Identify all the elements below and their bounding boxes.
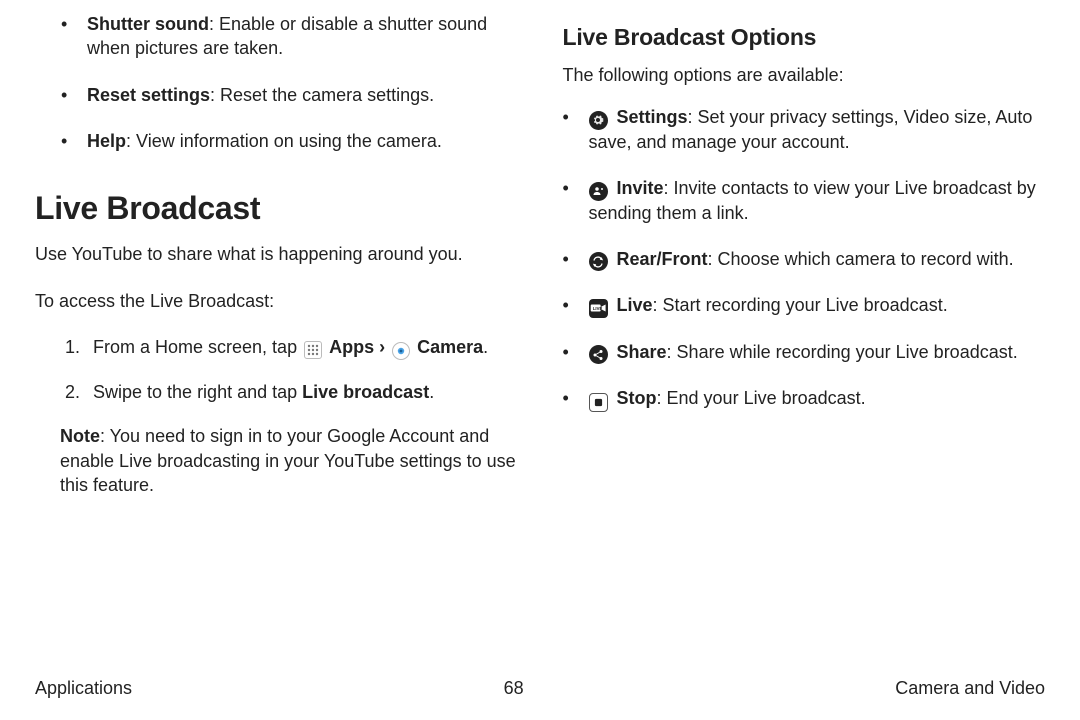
note-text: : You need to sign in to your Google Acc… xyxy=(60,426,516,495)
options-list: Settings: Set your privacy settings, Vid… xyxy=(563,105,1046,412)
camera-settings-list: Shutter sound: Enable or disable a shutt… xyxy=(35,12,518,153)
page-footer: Applications 68 Camera and Video xyxy=(35,676,1045,700)
svg-text:LIVE: LIVE xyxy=(592,307,602,312)
share-icon xyxy=(589,345,608,364)
list-item: Share: Share while recording your Live b… xyxy=(589,340,1046,365)
item-label: Help xyxy=(87,131,126,151)
list-item: Reset settings: Reset the camera setting… xyxy=(87,83,518,107)
note: Note: You need to sign in to your Google… xyxy=(35,424,518,497)
access-steps: From a Home screen, tap Apps › Camera. S… xyxy=(35,335,518,404)
option-label: Invite xyxy=(617,178,664,198)
item-desc: : Reset the camera settings. xyxy=(210,85,434,105)
footer-left: Applications xyxy=(35,676,132,700)
option-label: Stop xyxy=(617,388,657,408)
apps-grid-icon xyxy=(304,341,322,359)
option-label: Rear/Front xyxy=(617,249,708,269)
left-column: Shutter sound: Enable or disable a shutt… xyxy=(35,12,518,519)
section-intro: Use YouTube to share what is happening a… xyxy=(35,242,518,266)
list-item: Settings: Set your privacy settings, Vid… xyxy=(589,105,1046,154)
section-title: Live Broadcast xyxy=(35,187,518,230)
list-item: Shutter sound: Enable or disable a shutt… xyxy=(87,12,518,61)
apps-label: Apps xyxy=(329,337,374,357)
note-label: Note xyxy=(60,426,100,446)
list-item: Stop: End your Live broadcast. xyxy=(589,386,1046,412)
live-badge-icon: LIVE xyxy=(589,299,608,318)
item-label: Shutter sound xyxy=(87,14,209,34)
camera-label: Camera xyxy=(417,337,483,357)
gear-icon xyxy=(589,111,608,130)
list-item: Help: View information on using the came… xyxy=(87,129,518,153)
list-item: Invite: Invite contacts to view your Liv… xyxy=(589,176,1046,225)
option-desc: : Choose which camera to record with. xyxy=(708,249,1014,269)
footer-right: Camera and Video xyxy=(895,676,1045,700)
list-item: LIVE Live: Start recording your Live bro… xyxy=(589,293,1046,318)
swap-camera-icon xyxy=(589,252,608,271)
option-label: Live xyxy=(617,295,653,315)
step-item: From a Home screen, tap Apps › Camera. xyxy=(85,335,518,360)
separator: › xyxy=(379,337,390,357)
access-intro: To access the Live Broadcast: xyxy=(35,289,518,313)
stop-icon xyxy=(589,393,608,412)
camera-lens-icon xyxy=(392,342,410,360)
option-desc: : Start recording your Live broadcast. xyxy=(653,295,948,315)
step-item: Swipe to the right and tap Live broadcas… xyxy=(85,380,518,404)
step-text: Swipe to the right and tap xyxy=(93,382,302,402)
step-bold: Live broadcast xyxy=(302,382,429,402)
right-column: Live Broadcast Options The following opt… xyxy=(563,12,1046,519)
step-end: . xyxy=(483,337,488,357)
footer-page-number: 68 xyxy=(504,676,524,700)
invite-person-icon xyxy=(589,182,608,201)
step-text: From a Home screen, tap xyxy=(93,337,302,357)
list-item: Rear/Front: Choose which camera to recor… xyxy=(589,247,1046,272)
option-label: Settings xyxy=(617,107,688,127)
subsection-intro: The following options are available: xyxy=(563,63,1046,87)
option-desc: : Share while recording your Live broadc… xyxy=(667,342,1018,362)
option-desc: : End your Live broadcast. xyxy=(657,388,866,408)
item-desc: : View information on using the camera. xyxy=(126,131,442,151)
step-end: . xyxy=(429,382,434,402)
subsection-title: Live Broadcast Options xyxy=(563,22,1046,53)
option-label: Share xyxy=(617,342,667,362)
item-label: Reset settings xyxy=(87,85,210,105)
